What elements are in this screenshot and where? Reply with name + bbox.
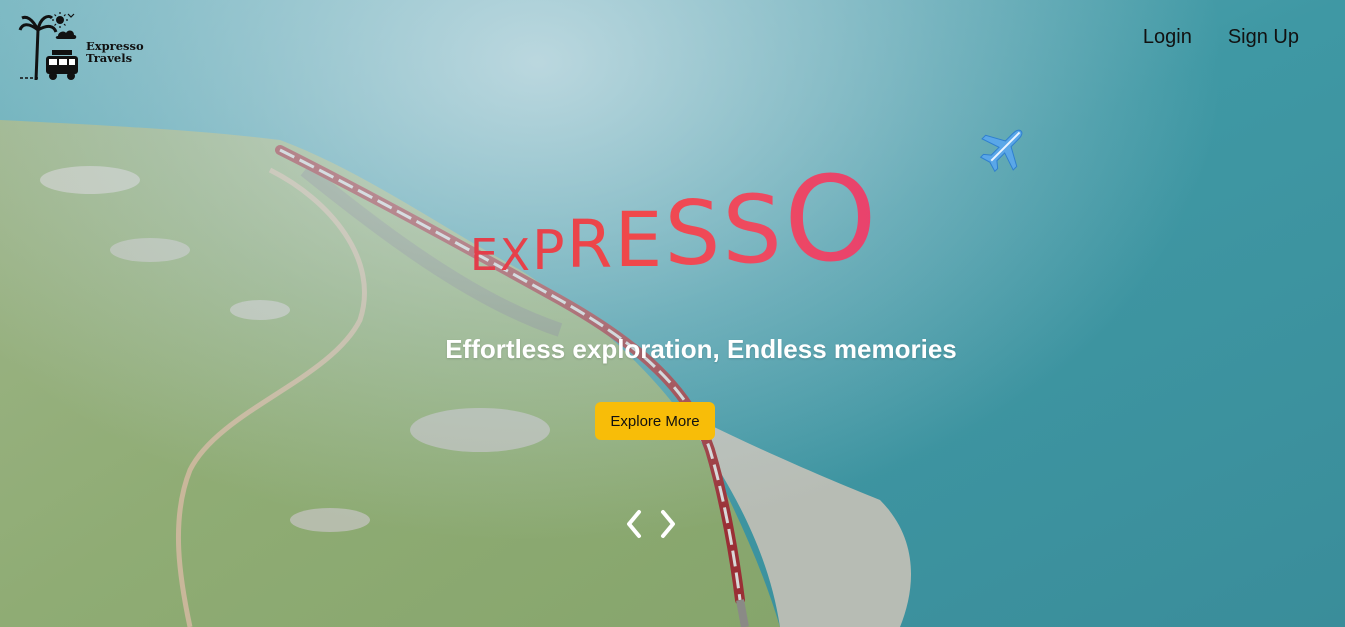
login-link[interactable]: Login xyxy=(1143,26,1192,49)
airplane-icon xyxy=(979,129,1023,173)
signup-link[interactable]: Sign Up xyxy=(1228,26,1299,49)
hero-section: Expresso Travels Login Sign Up E X P R E… xyxy=(0,0,1345,627)
brand-letter-1: E xyxy=(470,230,500,281)
brand-wordmark: E X P R E S S O xyxy=(470,160,879,278)
chevron-right-icon[interactable] xyxy=(658,508,678,540)
logo-text: Expresso Travels xyxy=(86,40,144,64)
carousel-controls xyxy=(624,508,678,540)
brand-letter-3: P xyxy=(531,219,567,282)
brand-letter-6: S xyxy=(664,182,723,285)
hero-tagline: Effortless exploration, Endless memories xyxy=(445,334,957,364)
logo[interactable]: Expresso Travels xyxy=(18,10,144,86)
brand-letter-4: R xyxy=(566,206,615,283)
top-nav: Login Sign Up xyxy=(1143,26,1299,49)
brand-letter-5: E xyxy=(614,195,665,284)
logo-line2: Travels xyxy=(86,51,133,65)
chevron-left-icon[interactable] xyxy=(624,508,644,540)
brand-letter-7: S xyxy=(722,176,784,285)
travel-logo-icon xyxy=(18,12,78,81)
brand-letter-2: X xyxy=(499,230,532,281)
brand-letter-8: O xyxy=(783,150,879,288)
explore-more-button[interactable]: Explore More xyxy=(595,402,715,440)
